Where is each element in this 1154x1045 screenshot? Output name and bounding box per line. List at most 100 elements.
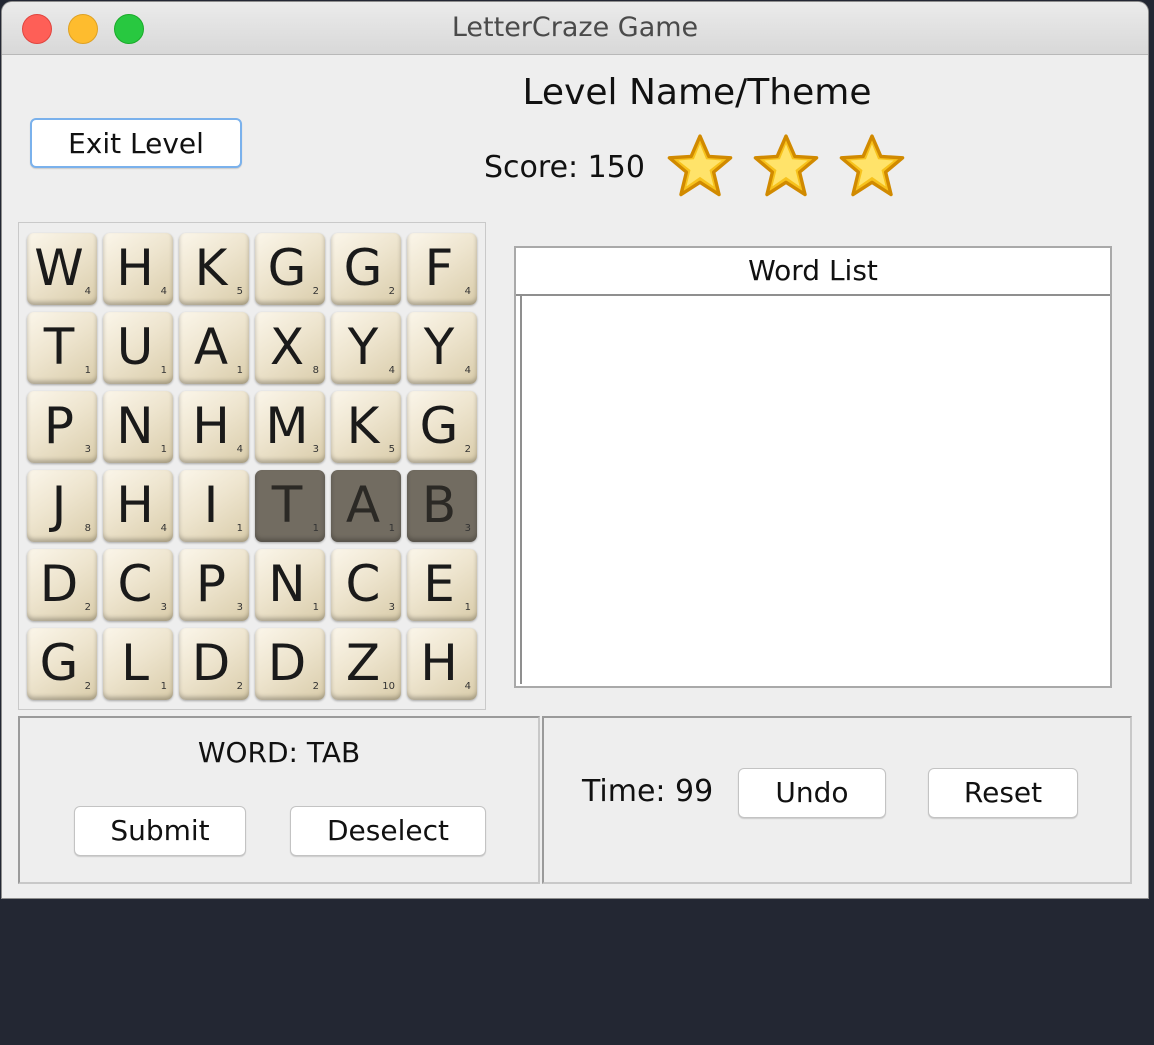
tile-points: 1 xyxy=(236,523,243,534)
tile-points: 4 xyxy=(84,286,91,297)
letter-tile[interactable]: A1 xyxy=(179,312,249,384)
letter-tile[interactable]: Z 10 xyxy=(331,628,401,700)
letter-tile[interactable]: J8 xyxy=(27,470,97,542)
tile-letter: P xyxy=(195,555,227,613)
letter-tile[interactable]: T1 xyxy=(27,312,97,384)
tile-letter: X xyxy=(269,318,305,376)
game-window: LetterCraze Game Level Name/Theme Exit L… xyxy=(2,2,1148,898)
letter-tile[interactable]: K5 xyxy=(179,233,249,305)
tile-letter: K xyxy=(194,239,228,297)
tile-letter: M xyxy=(265,397,309,455)
tile-points: 1 xyxy=(160,444,167,455)
level-title: Level Name/Theme xyxy=(522,72,872,113)
word-list-body[interactable] xyxy=(520,296,1104,684)
tile-points: 2 xyxy=(464,444,471,455)
tile-points: 4 xyxy=(160,286,167,297)
letter-tile[interactable]: C3 xyxy=(331,549,401,621)
exit-level-button[interactable]: Exit Level xyxy=(30,118,242,168)
tile-letter: G xyxy=(39,634,79,692)
tile-points: 1 xyxy=(160,681,167,692)
letter-tile[interactable]: Y4 xyxy=(407,312,477,384)
tile-points: 4 xyxy=(464,681,471,692)
letter-tile[interactable]: G2 xyxy=(331,233,401,305)
letter-tile[interactable]: G2 xyxy=(27,628,97,700)
undo-button[interactable]: Undo xyxy=(738,768,886,818)
tile-points: 1 xyxy=(84,365,91,376)
star-icon xyxy=(753,134,819,197)
submit-button[interactable]: Submit xyxy=(74,806,246,856)
letter-tile[interactable]: N1 xyxy=(103,391,173,463)
letter-tile[interactable]: G2 xyxy=(255,233,325,305)
tile-points: 2 xyxy=(388,286,395,297)
letter-tile[interactable]: C3 xyxy=(103,549,173,621)
tile-letter: H xyxy=(192,397,230,455)
letter-tile[interactable]: M3 xyxy=(255,391,325,463)
tile-letter: D xyxy=(39,555,79,613)
tile-letter: I xyxy=(203,476,219,534)
word-list: Word List xyxy=(514,246,1112,688)
tile-letter: G xyxy=(343,239,383,297)
tile-letter: P xyxy=(43,397,75,455)
tile-letter: T xyxy=(43,318,75,376)
letter-tile[interactable]: F4 xyxy=(407,233,477,305)
letter-tile[interactable]: K5 xyxy=(331,391,401,463)
tile-points: 3 xyxy=(160,602,167,613)
tile-points: 4 xyxy=(464,365,471,376)
tile-points: 1 xyxy=(236,365,243,376)
title-bar: LetterCraze Game xyxy=(2,2,1148,55)
window-title: LetterCraze Game xyxy=(451,12,699,43)
letter-tile[interactable]: P3 xyxy=(179,549,249,621)
tile-points: 8 xyxy=(312,365,319,376)
letter-tile[interactable]: Y4 xyxy=(331,312,401,384)
letter-tile[interactable]: W4 xyxy=(27,233,97,305)
tile-points: 8 xyxy=(84,523,91,534)
letter-tile[interactable]: P3 xyxy=(27,391,97,463)
letter-tile[interactable]: B3 xyxy=(407,470,477,542)
tile-letter: T xyxy=(271,476,303,534)
letter-tile[interactable]: H4 xyxy=(407,628,477,700)
tile-letter: Y xyxy=(423,318,455,376)
tile-points: 5 xyxy=(388,444,395,455)
tile-letter: L xyxy=(121,634,149,692)
tile-letter: N xyxy=(268,555,306,613)
deselect-button[interactable]: Deselect xyxy=(290,806,486,856)
tile-letter: D xyxy=(191,634,231,692)
tile-letter: C xyxy=(345,555,381,613)
tile-letter: J xyxy=(51,476,67,534)
letter-tile[interactable]: N1 xyxy=(255,549,325,621)
tile-points: 3 xyxy=(388,602,395,613)
tile-points: 4 xyxy=(388,365,395,376)
word-panel: WORD: TAB Submit Deselect xyxy=(18,716,540,884)
tile-points: 10 xyxy=(382,681,395,692)
letter-tile[interactable]: T1 xyxy=(255,470,325,542)
star-icon xyxy=(667,134,733,197)
letter-tile[interactable]: U1 xyxy=(103,312,173,384)
letter-tile[interactable]: H4 xyxy=(103,470,173,542)
letter-tile[interactable]: E1 xyxy=(407,549,477,621)
letter-tile[interactable]: D2 xyxy=(255,628,325,700)
tile-letter: N xyxy=(116,397,154,455)
tile-letter: F xyxy=(424,239,454,297)
tile-points: 1 xyxy=(464,602,471,613)
letter-tile[interactable]: H4 xyxy=(179,391,249,463)
tile-letter: W xyxy=(34,239,84,297)
tile-points: 4 xyxy=(160,523,167,534)
letter-tile[interactable]: X8 xyxy=(255,312,325,384)
time-label: Time: 99 xyxy=(582,774,714,809)
score-label: Score: 150 xyxy=(484,150,645,185)
tile-letter: C xyxy=(117,555,153,613)
letter-tile[interactable]: D2 xyxy=(27,549,97,621)
letter-tile[interactable]: D2 xyxy=(179,628,249,700)
letter-tile[interactable]: H4 xyxy=(103,233,173,305)
letter-tile[interactable]: G2 xyxy=(407,391,477,463)
word-list-header: Word List xyxy=(516,248,1110,296)
tile-points: 1 xyxy=(388,523,395,534)
letter-tile[interactable]: L1 xyxy=(103,628,173,700)
tile-letter: U xyxy=(116,318,154,376)
tile-points: 3 xyxy=(464,523,471,534)
letter-tile[interactable]: A1 xyxy=(331,470,401,542)
reset-button[interactable]: Reset xyxy=(928,768,1078,818)
tile-letter: Y xyxy=(347,318,379,376)
letter-tile[interactable]: I1 xyxy=(179,470,249,542)
tile-points: 2 xyxy=(84,602,91,613)
